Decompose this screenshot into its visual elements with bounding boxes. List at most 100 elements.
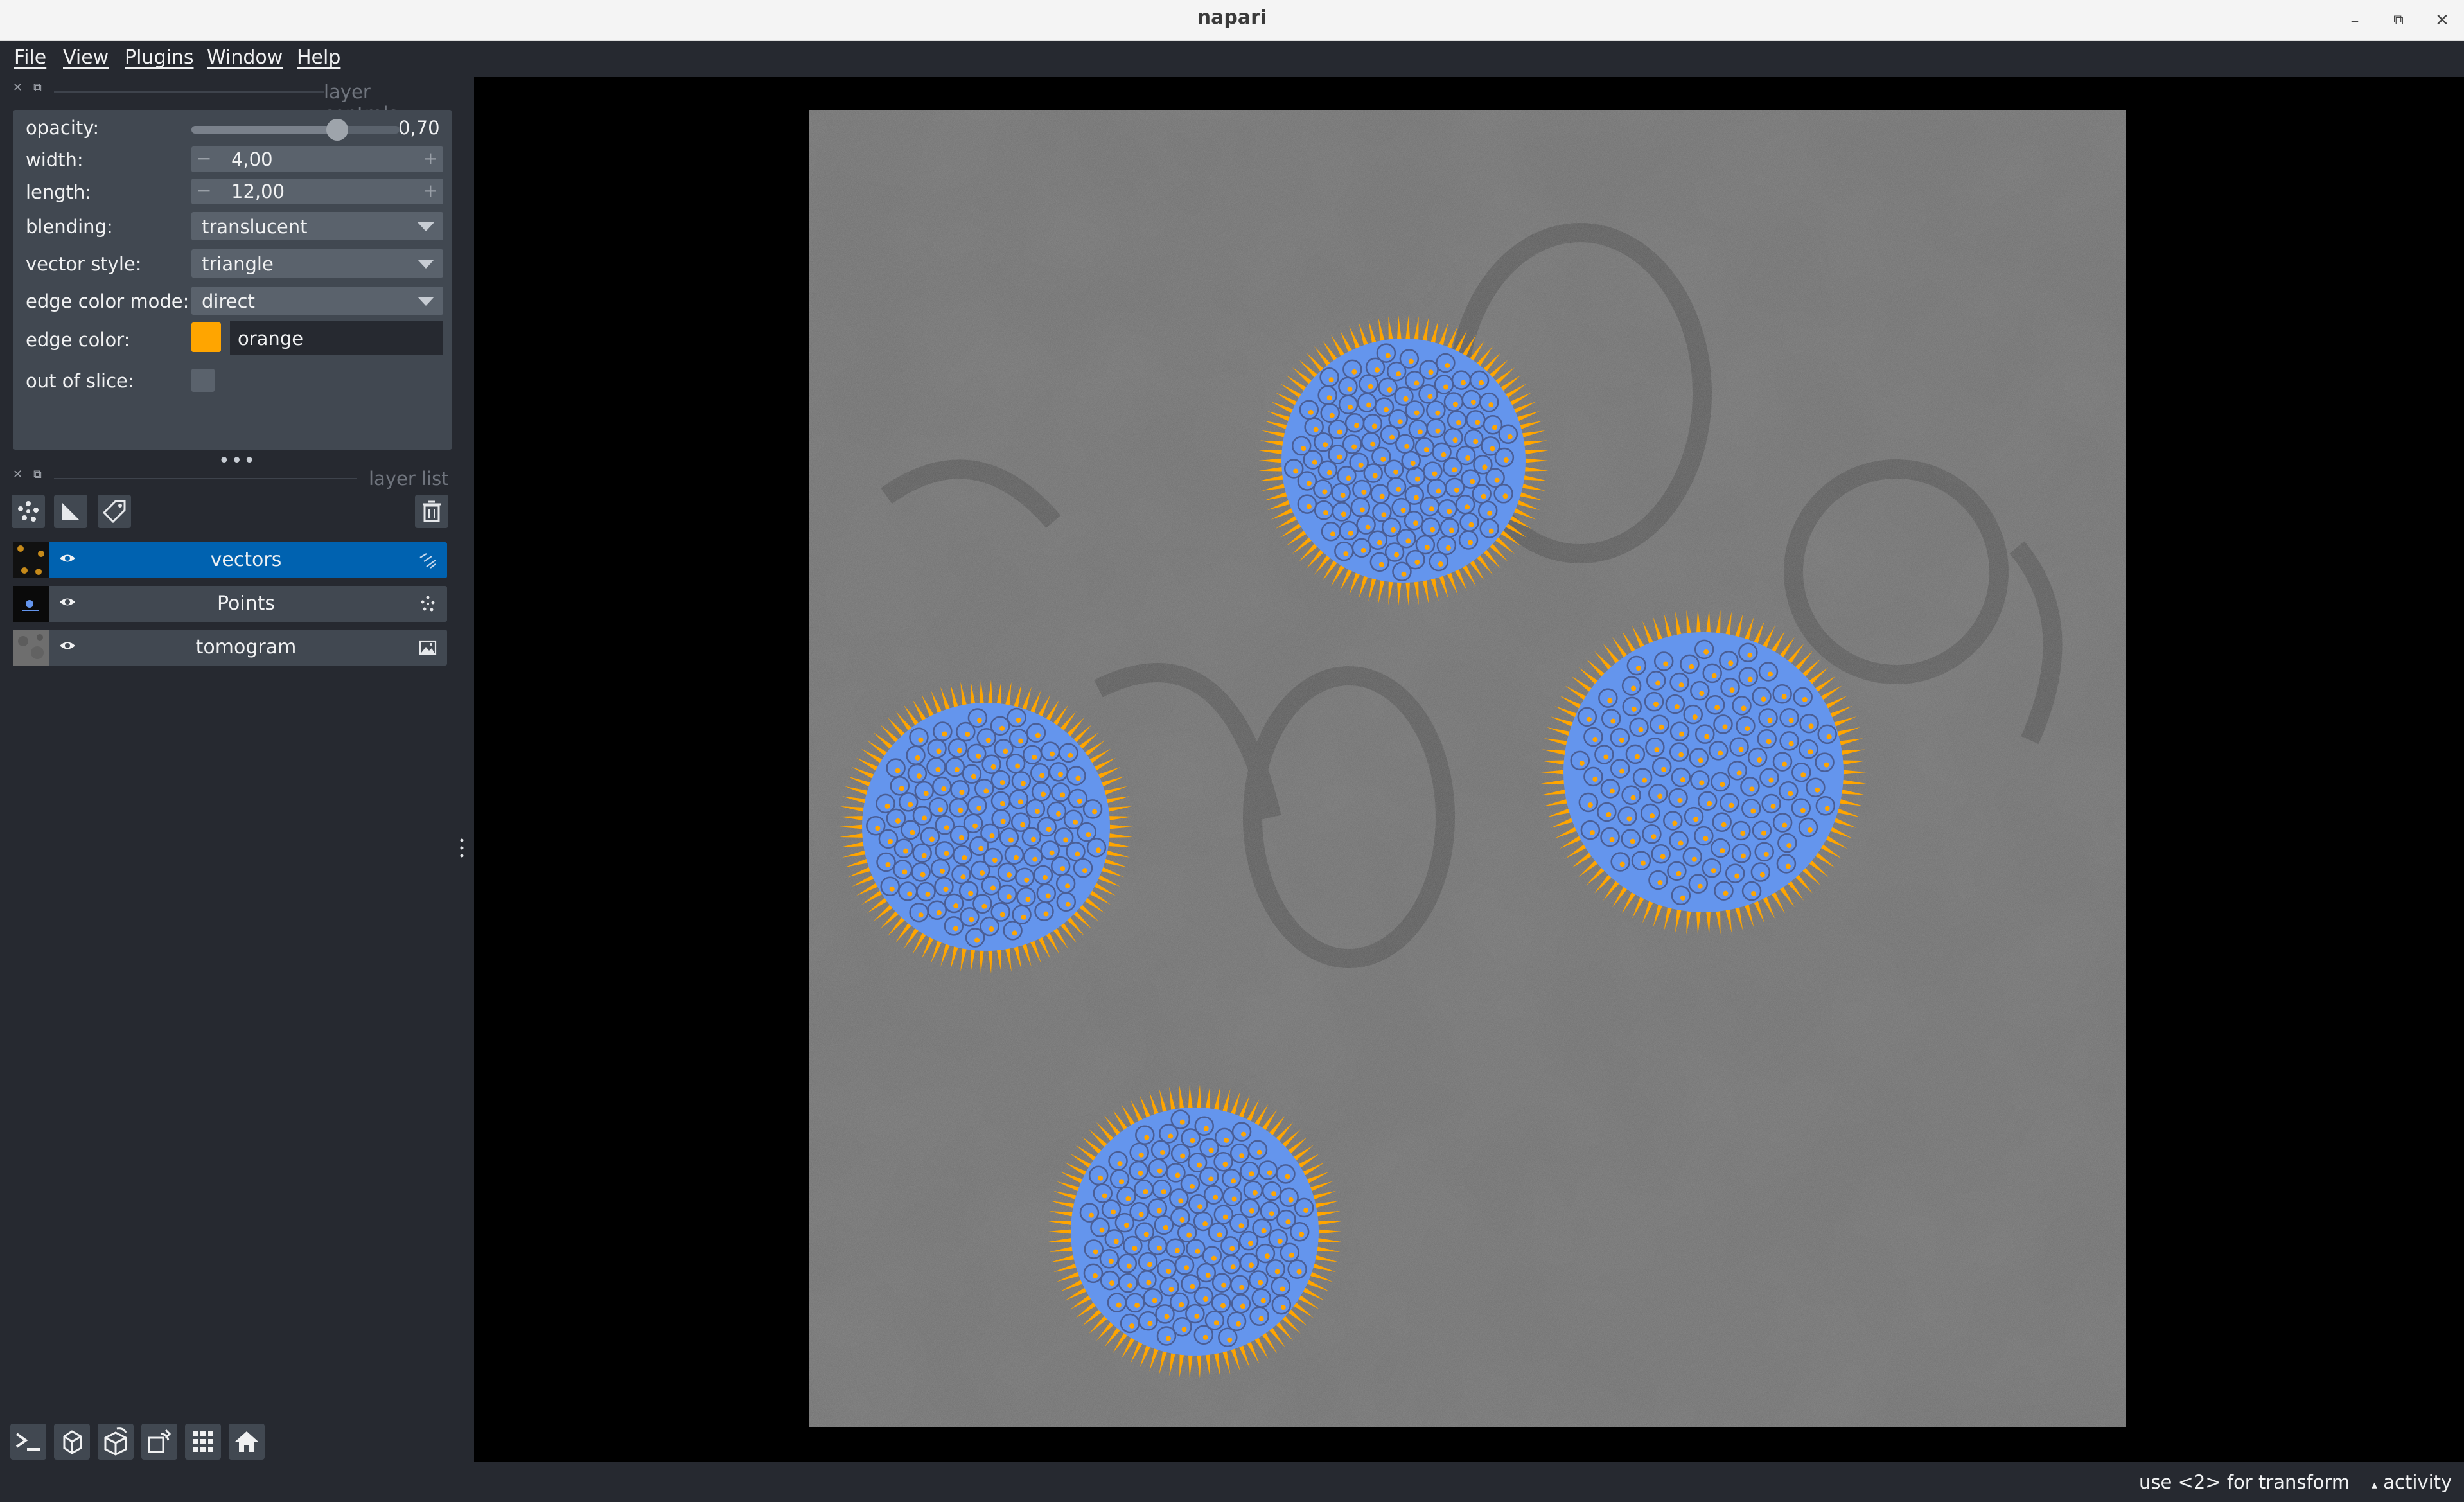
vector-tip [1661, 766, 1667, 772]
menu-window[interactable]: Window [207, 46, 283, 69]
vector-tip [1720, 782, 1725, 788]
layer-name[interactable]: vectors [90, 549, 402, 571]
length-label: length: [26, 181, 92, 203]
delete-layer-button[interactable] [415, 495, 448, 528]
vector-tip [1147, 1262, 1153, 1268]
vector-tip [1217, 1232, 1222, 1238]
transpose-button[interactable] [141, 1424, 177, 1460]
vector-tip [1018, 738, 1024, 744]
vector-tip [1000, 818, 1006, 824]
vector-tip [1174, 1248, 1180, 1253]
dock-float-icon[interactable]: ⧉ [33, 468, 42, 481]
vector-tip [1475, 420, 1481, 425]
vector-tip [1202, 1334, 1208, 1340]
vector-tip [954, 767, 960, 773]
menu-file[interactable]: File [14, 46, 46, 69]
edge-color-swatch[interactable] [191, 322, 221, 352]
vector-tip [1759, 872, 1765, 878]
vector-tip [1049, 850, 1055, 856]
vector-tip [1747, 652, 1753, 658]
vector-tip [1452, 467, 1457, 473]
tomogram-image[interactable] [809, 110, 2126, 1427]
vector-tip [1231, 1178, 1236, 1184]
vector-tip [1429, 506, 1434, 512]
menu-plugins[interactable]: Plugins [125, 46, 193, 69]
visibility-eye-icon[interactable] [58, 592, 77, 612]
layer-name[interactable]: tomogram [90, 636, 402, 658]
menu-help[interactable]: Help [297, 46, 340, 69]
vector-tip [1763, 851, 1769, 857]
edge-color-mode-label: edge color mode: [26, 290, 189, 312]
vector-tip [976, 805, 982, 811]
vector-tip [1184, 1265, 1190, 1271]
new-shapes-layer-button[interactable] [54, 495, 87, 528]
vector-tip [1824, 806, 1830, 811]
console-button[interactable] [10, 1424, 46, 1460]
vector-tip [1424, 544, 1430, 550]
vector-tip [1055, 811, 1061, 817]
vector-style-combobox[interactable]: triangle [191, 249, 443, 278]
new-labels-layer-button[interactable] [98, 495, 131, 528]
vector-tip [1692, 714, 1698, 720]
layer-name[interactable]: Points [90, 592, 402, 615]
vector-tip [944, 851, 949, 856]
dock-float-icon[interactable]: ⧉ [33, 81, 42, 94]
home-button[interactable] [229, 1424, 265, 1460]
vector-tip [1436, 488, 1441, 494]
vector-tip [1642, 777, 1648, 783]
layer-row-points[interactable]: Points [13, 586, 447, 622]
width-increment-icon[interactable]: + [423, 148, 438, 169]
vector-tip [1348, 404, 1353, 410]
vector-tip [1761, 830, 1766, 836]
vector-tip [1313, 427, 1319, 432]
length-decrement-icon[interactable]: − [197, 180, 211, 201]
dock-splitter-handle[interactable] [457, 835, 466, 861]
new-points-layer-button[interactable] [12, 495, 45, 528]
vector-tip [953, 903, 959, 909]
dock-close-icon[interactable]: ✕ [13, 468, 22, 481]
viewer-canvas[interactable] [474, 77, 2464, 1462]
vector-tip [1368, 384, 1373, 389]
layer-row-vectors[interactable]: vectors [13, 542, 447, 578]
activity-button[interactable]: ▴ activity [2372, 1471, 2452, 1493]
vector-tip [1432, 471, 1438, 477]
grid-button[interactable] [185, 1424, 221, 1460]
blending-combobox[interactable]: translucent [191, 212, 443, 240]
minimize-icon[interactable]: – [2341, 6, 2369, 35]
vector-tip [1248, 1241, 1254, 1246]
layer-row-tomogram[interactable]: tomogram [13, 630, 447, 666]
vector-tip [938, 807, 944, 813]
width-spinbox[interactable]: − 4,00 + [191, 146, 443, 172]
visibility-eye-icon[interactable] [58, 636, 77, 655]
vector-tip [1703, 649, 1709, 655]
length-spinbox[interactable]: − 12,00 + [191, 179, 443, 204]
length-increment-icon[interactable]: + [423, 180, 438, 201]
out-of-slice-checkbox[interactable] [191, 369, 215, 392]
visibility-eye-icon[interactable] [58, 549, 77, 568]
dock-close-icon[interactable]: ✕ [13, 81, 22, 94]
edge-color-input[interactable]: orange [230, 321, 443, 355]
ndisplay-button[interactable] [54, 1424, 90, 1460]
vector-tip [1606, 811, 1612, 817]
vector-tip [1249, 1171, 1254, 1177]
edge-color-mode-combobox[interactable]: direct [191, 287, 443, 315]
vector-tip [1303, 1207, 1309, 1213]
roll-button[interactable] [98, 1424, 134, 1460]
vector-tip [1749, 786, 1755, 792]
width-decrement-icon[interactable]: − [197, 148, 211, 169]
vector-tip [1607, 698, 1613, 703]
menu-view[interactable]: View [63, 46, 109, 69]
vector-tip [1379, 493, 1385, 499]
vector-tip [1343, 551, 1349, 557]
window-title: napari [1197, 6, 1267, 29]
vector-tip [1330, 531, 1336, 537]
opacity-slider[interactable] [191, 119, 400, 141]
vector-tip [1277, 1238, 1283, 1244]
vector-tip [1082, 868, 1087, 874]
vector-tip [1003, 748, 1008, 754]
vector-tip [1768, 777, 1774, 783]
vector-tip [1430, 527, 1436, 533]
restore-icon[interactable]: ⧉ [2384, 6, 2413, 35]
opacity-slider-handle[interactable] [326, 119, 348, 141]
close-icon[interactable]: ✕ [2428, 6, 2456, 35]
